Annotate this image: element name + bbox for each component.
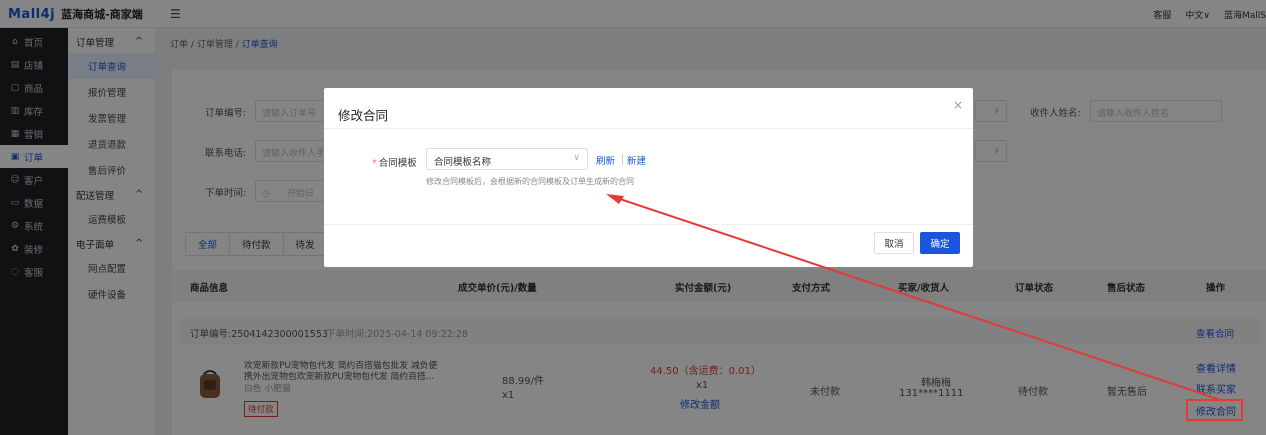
annotation-arrow <box>606 194 1219 400</box>
